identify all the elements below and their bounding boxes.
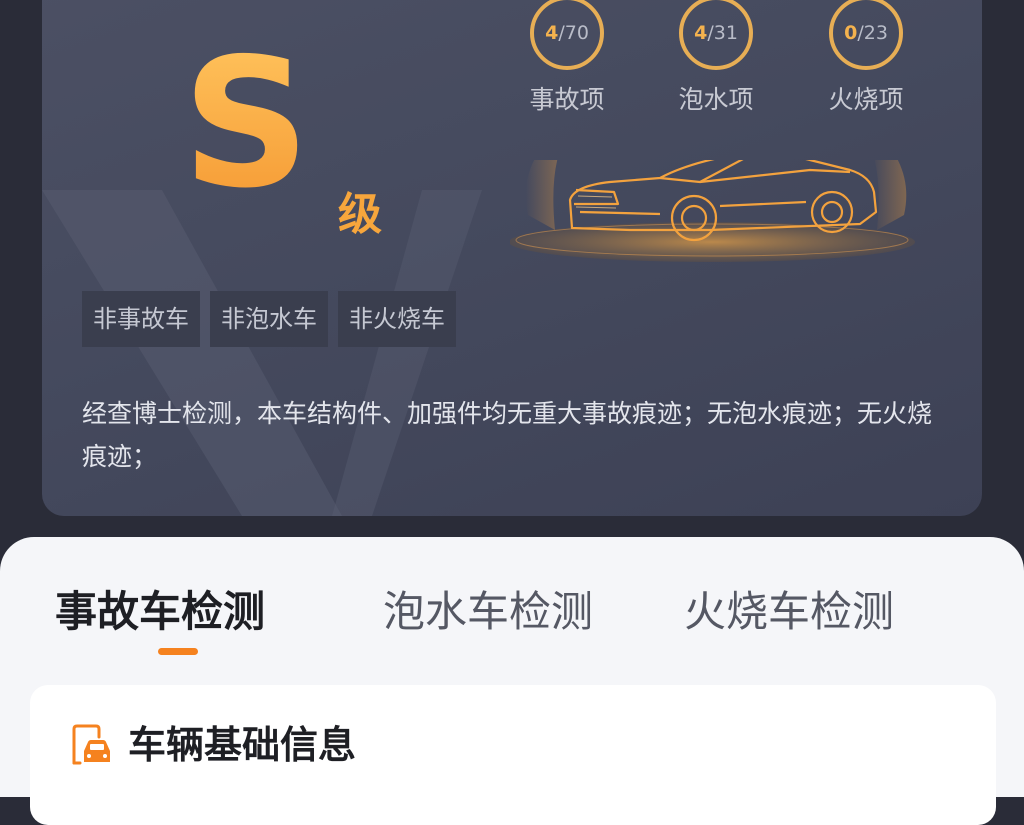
tab-fire-inspection[interactable]: 火烧车检测 <box>684 587 894 637</box>
accident-stat-ring: 4/70 <box>530 0 604 70</box>
flood-stat: 4/31 泡水项 <box>656 0 776 116</box>
accident-checked-count: 4 <box>545 22 559 44</box>
flood-total-count: /31 <box>707 22 738 44</box>
tab-flood-inspection[interactable]: 泡水车检测 <box>383 587 593 637</box>
fire-checked-count: 0 <box>844 22 858 44</box>
active-tab-indicator <box>158 648 198 655</box>
section-title: 车辆基础信息 <box>128 723 357 767</box>
inspection-report-card: S 级 4/70 事故项 4/31 泡水项 0/23 火烧项 非事故车 非泡水车… <box>42 0 982 516</box>
fire-total-count: /23 <box>857 22 888 44</box>
fire-stat-ring: 0/23 <box>829 0 903 70</box>
car-document-icon <box>72 724 110 765</box>
accident-stat: 4/70 事故项 <box>507 0 627 116</box>
tag-non-fire: 非火烧车 <box>338 291 456 347</box>
flood-stat-ring: 4/31 <box>679 0 753 70</box>
tag-non-accident: 非事故车 <box>82 291 200 347</box>
detail-panel: 事故车检测 泡水车检测 火烧车检测 车辆基础信息 <box>0 537 1024 825</box>
accident-total-count: /70 <box>558 22 589 44</box>
flood-checked-count: 4 <box>694 22 708 44</box>
accident-stat-label: 事故项 <box>529 85 605 114</box>
car-illustration <box>510 160 915 262</box>
fire-stat-label: 火烧项 <box>828 85 904 114</box>
inspection-summary: 经查博士检测，本车结构件、加强件均无重大事故痕迹；无泡水痕迹；无火烧痕迹； <box>82 399 933 471</box>
result-tags: 非事故车 非泡水车 非火烧车 <box>82 291 456 347</box>
tag-non-flood: 非泡水车 <box>210 291 328 347</box>
vehicle-basic-info-card: 车辆基础信息 <box>30 685 996 825</box>
fire-stat: 0/23 火烧项 <box>806 0 926 116</box>
grade-suffix: 级 <box>338 189 382 240</box>
tab-accident-inspection[interactable]: 事故车检测 <box>55 587 265 637</box>
grade-letter: S <box>182 20 311 227</box>
flood-stat-label: 泡水项 <box>678 85 754 114</box>
